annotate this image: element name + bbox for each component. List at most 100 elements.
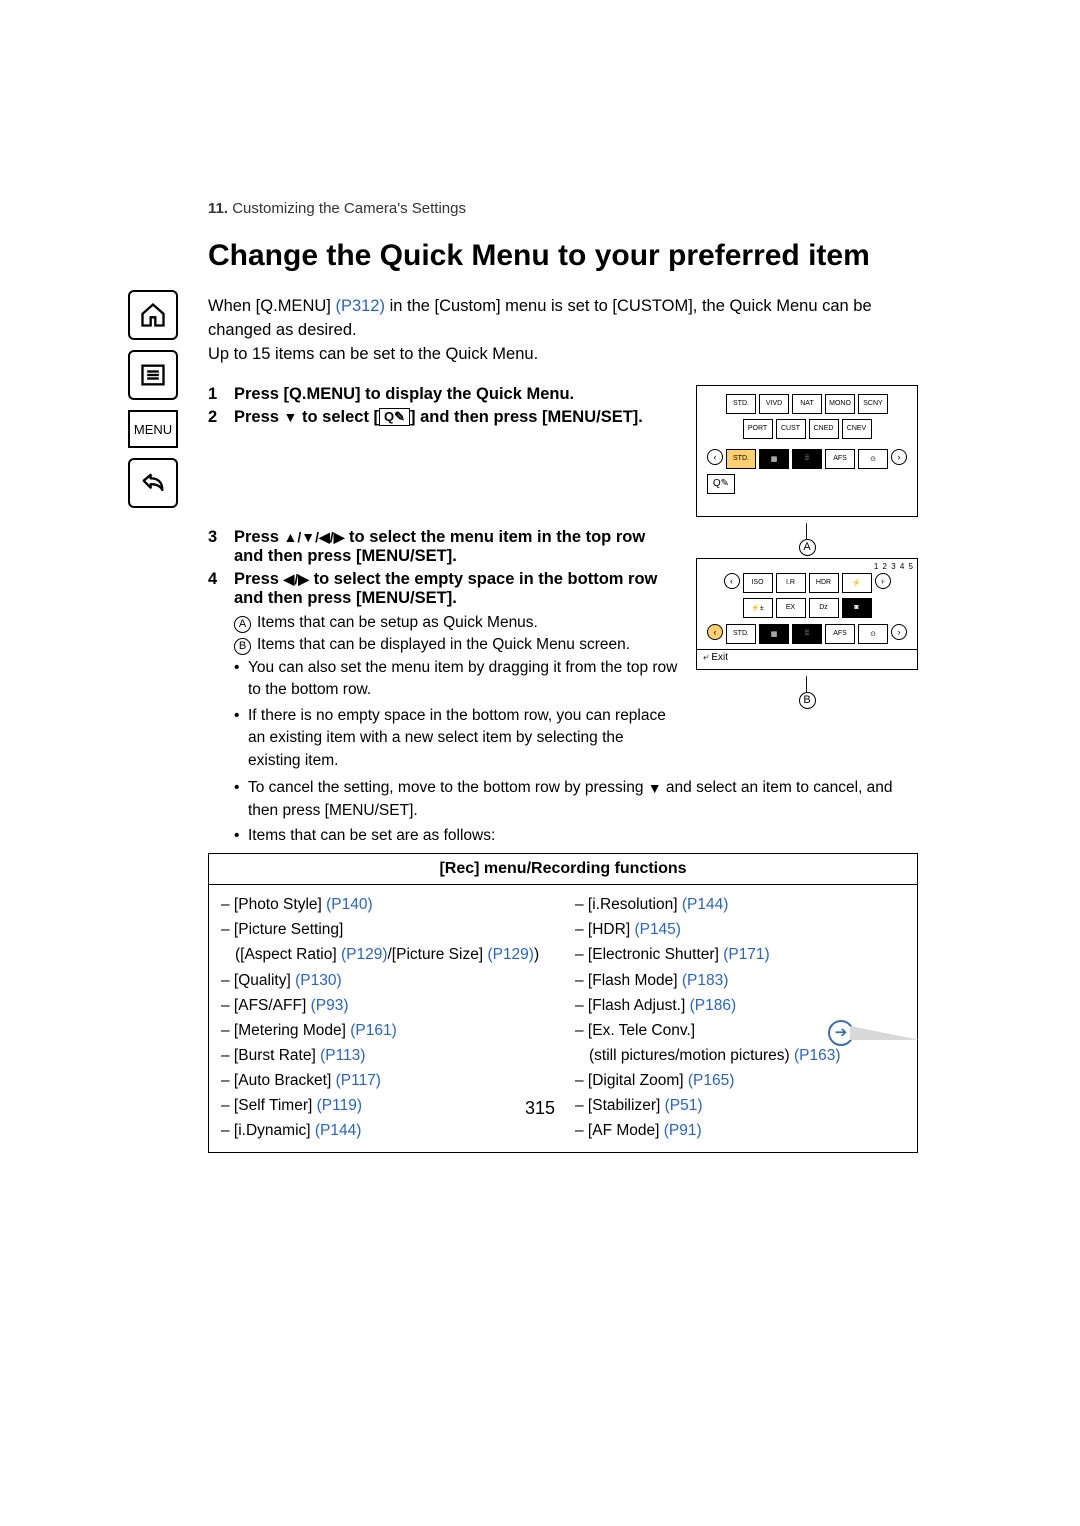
breadcrumb: 11. Customizing the Camera's Settings [208,200,918,217]
triangle-decor-icon [850,1026,920,1040]
opt-hdr-icon: HDR [809,573,839,593]
page-number: 315 [0,1098,1080,1119]
style-scny-icon: SCNY [858,394,888,414]
left-arrow-icon-3: ‹ [707,624,723,640]
exit-label: ⤶ Exit [697,649,917,665]
qm-afs: AFS [825,449,855,469]
right-arrow-icon: › [891,449,907,465]
home-icon [139,301,167,329]
intro-text-a: When [Q.MENU] [208,297,335,315]
step-1: 1Press [Q.MENU] to display the Quick Men… [208,385,678,404]
annotation-a-text: Items that can be setup as Quick Menus. [257,614,538,631]
step-2-text-b: to select [ [297,408,379,426]
page-strip: 1 2 3 4 5 [874,562,914,571]
notes-list: •You can also set the menu item by dragg… [234,657,678,772]
style-port-icon: PORT [743,419,773,439]
down-triangle-icon-2: ▼ [648,778,662,798]
page-link[interactable]: (P145) [634,921,681,938]
page-link[interactable]: (P129) [341,946,388,963]
opt-iso-icon: ISO [743,573,773,593]
page-link[interactable]: (P130) [295,972,342,989]
step-2-text-c: ] and then press [MENU/SET]. [410,408,643,426]
page-link[interactable]: (P186) [690,997,737,1014]
opt-dz-icon: Dz [809,598,839,618]
page-title: Change the Quick Menu to your preferred … [208,239,918,273]
q-edit-box-icon: Q✎ [707,474,735,494]
style-nat-icon: NAT [792,394,822,414]
page-link[interactable]: (P163) [794,1047,841,1064]
table-row: – [Metering Mode] (P161) [221,1019,551,1043]
steps-block-2: 3Press ▲/▼/◀/▶ to select the menu item i… [208,528,918,775]
annotation-b-text: Items that can be displayed in the Quick… [257,636,630,653]
down-triangle-icon: ▼ [284,409,298,425]
page-link[interactable]: (P161) [350,1022,397,1039]
back-icon [138,469,168,497]
table-row: – [Burst Rate] (P113) [221,1044,551,1068]
nav-toc-button[interactable] [128,350,178,400]
step-3: 3Press ▲/▼/◀/▶ to select the menu item i… [208,528,678,566]
opt-stab-icon: ◙ [842,598,872,618]
table-row: – [Picture Setting] [221,918,551,942]
marker-b: │B [696,676,918,709]
style-std-icon: STD. [726,394,756,414]
page-link[interactable]: (P117) [336,1072,381,1089]
intro-text-c: Up to 15 items can be set to the Quick M… [208,345,538,363]
style-vivid-icon: VIVD [759,394,789,414]
qm2-std: STD. [726,624,756,644]
qm-meter-icon: ⊙ [858,449,888,469]
table-row: – [Electronic Shutter] (P171) [575,943,905,967]
menu-label: MENU [134,422,172,437]
illustration-2: 1 2 3 4 5 ‹ ISO I.R HDR ⚡ › ⚡± EX Dz ◙ [696,528,918,775]
intro-paragraph: When [Q.MENU] (P312) in the [Custom] men… [208,295,918,367]
annotation-b: BItems that can be displayed in the Quic… [234,634,678,656]
nav-home-button[interactable] [128,290,178,340]
page-link[interactable]: (P165) [688,1072,735,1089]
page-link[interactable]: (P144) [315,1122,362,1139]
step-2-text-a: Press [234,408,284,426]
table-header: [Rec] menu/Recording functions [209,854,917,885]
qm-selected-std: STD. [726,449,756,469]
table-row: – [Auto Bracket] (P117) [221,1069,551,1093]
table-row: – [HDR] (P145) [575,918,905,942]
note-2: If there is no empty space in the bottom… [248,705,678,772]
table-row: – [AF Mode] (P91) [575,1119,905,1143]
table-row: – [Flash Mode] (P183) [575,969,905,993]
next-page-button[interactable]: ➔ [828,1020,920,1046]
page-link[interactable]: (P171) [723,946,770,963]
style-cned-icon: CNED [809,419,839,439]
table-row: ([Aspect Ratio] (P129)/[Picture Size] (P… [221,943,551,967]
page-link[interactable]: (P144) [682,896,729,913]
qm-item-2: ▦ [759,449,789,469]
notes-list-wide: •To cancel the setting, move to the bott… [234,777,918,847]
leftright-icon: ◀/▶ [284,571,309,588]
page: MENU 11. Customizing the Camera's Settin… [0,0,1080,1526]
page-link[interactable]: (P129) [487,946,534,963]
left-arrow-icon-2: ‹ [724,573,740,589]
note-4: Items that can be set are as follows: [248,825,495,847]
q-edit-icon: Q✎ [379,408,410,426]
page-link[interactable]: (P113) [320,1047,365,1064]
right-arrow-icon-3: › [891,624,907,640]
annotation-a: AItems that can be setup as Quick Menus. [234,612,678,634]
qm2-afs: AFS [825,624,855,644]
table-row: – [i.Dynamic] (P144) [221,1119,551,1143]
opt-flash-icon: ⚡ [842,573,872,593]
sidebar-nav: MENU [128,290,188,518]
page-link[interactable]: (P140) [326,896,373,913]
style-mono-icon: MONO [825,394,855,414]
page-link[interactable]: (P93) [311,997,349,1014]
step-3-text-a: Press [234,528,284,546]
opt-ex1-icon: ⚡± [743,598,773,618]
section-number: 11. [208,200,228,217]
step-4: 4Press ◀/▶ to select the empty space in … [208,570,678,608]
table-row: – [Digital Zoom] (P165) [575,1069,905,1093]
step-2: 2Press ▼ to select [Q✎] and then press [… [208,408,678,427]
opt-ir-icon: I.R [776,573,806,593]
nav-menu-button[interactable]: MENU [128,410,178,448]
nav-back-button[interactable] [128,458,178,508]
link-p312[interactable]: (P312) [335,297,385,315]
table-row: (still pictures/motion pictures) (P163) [575,1044,905,1068]
page-link[interactable]: (P91) [664,1122,702,1139]
section-title: Customizing the Camera's Settings [228,200,466,217]
page-link[interactable]: (P183) [682,972,729,989]
